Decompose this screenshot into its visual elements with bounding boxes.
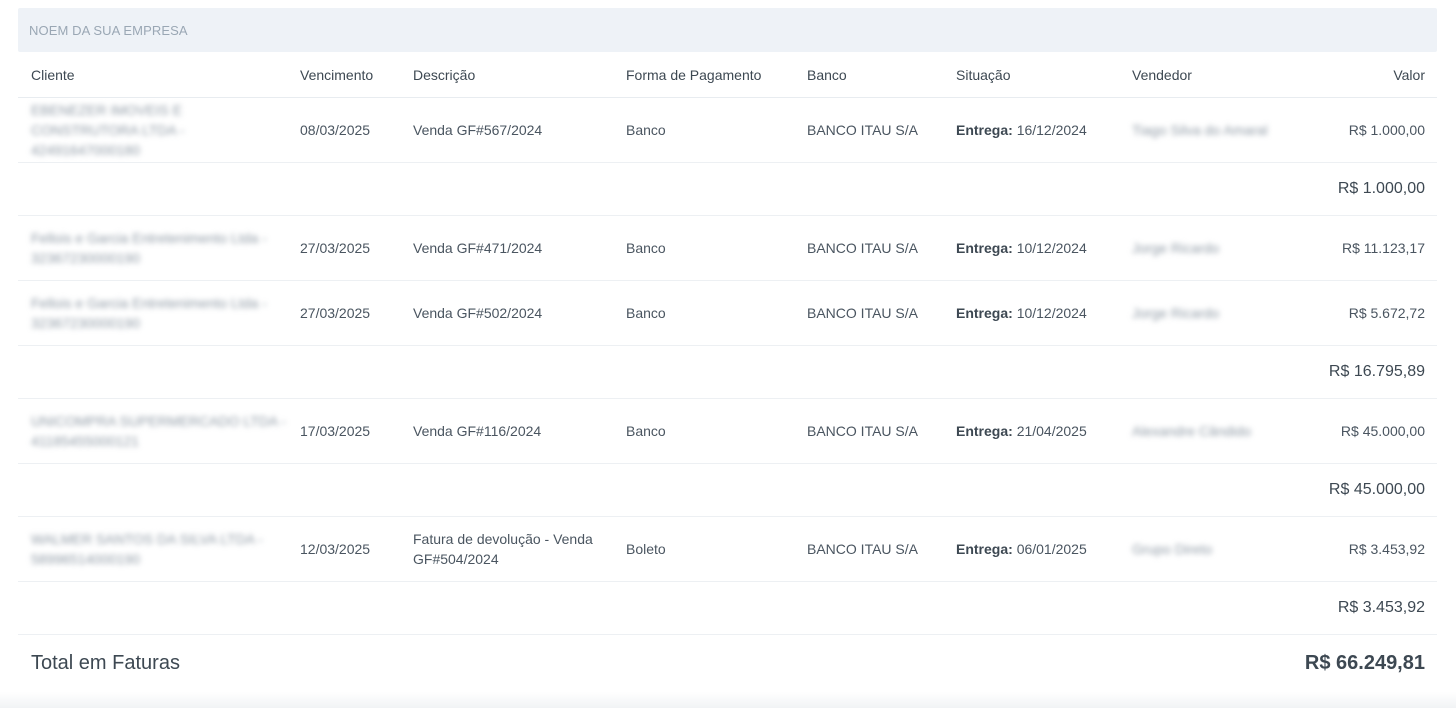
cell-vencimento: 12/03/2025 <box>287 516 400 582</box>
cell-forma-pagamento: Boleto <box>613 516 794 582</box>
cell-banco: BANCO ITAU S/A <box>794 516 943 582</box>
column-header-banco[interactable]: Banco <box>794 52 943 98</box>
column-header-cliente[interactable]: Cliente <box>18 52 287 98</box>
column-header-forma-pagamento[interactable]: Forma de Pagamento <box>613 52 794 98</box>
cell-descricao: Venda GF#567/2024 <box>400 97 613 163</box>
cell-valor: R$ 1.000,00 <box>1291 97 1437 163</box>
cell-valor: R$ 5.672,72 <box>1291 280 1437 346</box>
situacao-label: Entrega: <box>956 423 1013 439</box>
cell-banco: BANCO ITAU S/A <box>794 280 943 346</box>
situacao-date: 10/12/2024 <box>1016 240 1087 256</box>
seller-name: Grupo Direto <box>1132 541 1213 557</box>
seller-name: Tiago Silva do Amaral <box>1132 122 1268 138</box>
table-row[interactable]: Fellois e Garcia Entretenimento Ltda - 3… <box>18 215 1437 281</box>
subtotal-value: R$ 3.453,92 <box>1291 581 1437 635</box>
total-value: R$ 66.249,81 <box>1304 652 1425 674</box>
situacao-date: 10/12/2024 <box>1016 305 1087 321</box>
table-body: EBENEZER IMOVEIS E CONSTRUTORA LTDA - 42… <box>18 97 1437 635</box>
situacao-date: 21/04/2025 <box>1016 423 1087 439</box>
cell-situacao: Entrega: 10/12/2024 <box>943 215 1119 281</box>
situacao-date: 06/01/2025 <box>1016 541 1087 557</box>
column-header-vendedor[interactable]: Vendedor <box>1119 52 1291 98</box>
cell-vendedor: Grupo Direto <box>1119 516 1291 582</box>
table-row[interactable]: WALMER SANTOS DA SILVA LTDA - 5899651400… <box>18 516 1437 582</box>
cell-vencimento: 27/03/2025 <box>287 215 400 281</box>
cell-descricao: Venda GF#502/2024 <box>400 280 613 346</box>
subtotal-spacer <box>18 581 1291 635</box>
invoices-table: Cliente Vencimento Descrição Forma de Pa… <box>18 52 1437 635</box>
company-header: NOEM DA SUA EMPRESA <box>18 8 1437 52</box>
cell-forma-pagamento: Banco <box>613 398 794 464</box>
cell-cliente: Fellois e Garcia Entretenimento Ltda - 3… <box>18 215 287 281</box>
cell-valor: R$ 45.000,00 <box>1291 398 1437 464</box>
situacao-label: Entrega: <box>956 305 1013 321</box>
table-row[interactable]: UNICOMPRA SUPERMERCADO LTDA - 4118545500… <box>18 398 1437 464</box>
cell-cliente: UNICOMPRA SUPERMERCADO LTDA - 4118545500… <box>18 398 287 464</box>
cell-banco: BANCO ITAU S/A <box>794 97 943 163</box>
subtotal-row: R$ 45.000,00 <box>18 463 1437 517</box>
total-label: Total em Faturas <box>31 652 180 674</box>
seller-name: Alexandre Cândido <box>1132 423 1252 439</box>
cell-vendedor: Jorge Ricardo <box>1119 215 1291 281</box>
cell-cliente: WALMER SANTOS DA SILVA LTDA - 5899651400… <box>18 516 287 582</box>
table-row[interactable]: EBENEZER IMOVEIS E CONSTRUTORA LTDA - 42… <box>18 97 1437 163</box>
seller-name: Jorge Ricardo <box>1132 240 1220 256</box>
company-name: NOEM DA SUA EMPRESA <box>29 23 188 38</box>
bottom-divider <box>0 692 1456 708</box>
subtotal-spacer <box>18 345 1291 399</box>
cell-descricao: Venda GF#116/2024 <box>400 398 613 464</box>
subtotal-row: R$ 1.000,00 <box>18 162 1437 216</box>
seller-name: Jorge Ricardo <box>1132 305 1220 321</box>
column-header-descricao[interactable]: Descrição <box>400 52 613 98</box>
cell-descricao: Venda GF#471/2024 <box>400 215 613 281</box>
cell-forma-pagamento: Banco <box>613 280 794 346</box>
cell-situacao: Entrega: 16/12/2024 <box>943 97 1119 163</box>
client-name: WALMER SANTOS DA SILVA LTDA - 5899651400… <box>31 531 263 567</box>
total-summary: Total em Faturas R$ 66.249,81 <box>18 634 1437 692</box>
column-header-vencimento[interactable]: Vencimento <box>287 52 400 98</box>
situacao-label: Entrega: <box>956 240 1013 256</box>
client-name: Fellois e Garcia Entretenimento Ltda - 3… <box>31 295 267 331</box>
cell-valor: R$ 3.453,92 <box>1291 516 1437 582</box>
column-header-situacao[interactable]: Situação <box>943 52 1119 98</box>
cell-vendedor: Jorge Ricardo <box>1119 280 1291 346</box>
invoice-report: NOEM DA SUA EMPRESA Cliente Vencimento D… <box>0 0 1456 708</box>
subtotal-spacer <box>18 463 1291 517</box>
cell-banco: BANCO ITAU S/A <box>794 398 943 464</box>
cell-vencimento: 08/03/2025 <box>287 97 400 163</box>
cell-vencimento: 27/03/2025 <box>287 280 400 346</box>
cell-vencimento: 17/03/2025 <box>287 398 400 464</box>
cell-situacao: Entrega: 21/04/2025 <box>943 398 1119 464</box>
cell-forma-pagamento: Banco <box>613 215 794 281</box>
subtotal-spacer <box>18 162 1291 216</box>
cell-situacao: Entrega: 06/01/2025 <box>943 516 1119 582</box>
client-name: EBENEZER IMOVEIS E CONSTRUTORA LTDA - 42… <box>31 102 185 158</box>
cell-forma-pagamento: Banco <box>613 97 794 163</box>
subtotal-value: R$ 16.795,89 <box>1291 345 1437 399</box>
situacao-date: 16/12/2024 <box>1016 122 1087 138</box>
subtotal-value: R$ 1.000,00 <box>1291 162 1437 216</box>
cell-valor: R$ 11.123,17 <box>1291 215 1437 281</box>
column-header-valor[interactable]: Valor <box>1291 52 1437 98</box>
client-name: UNICOMPRA SUPERMERCADO LTDA - 4118545500… <box>31 413 286 449</box>
client-name: Fellois e Garcia Entretenimento Ltda - 3… <box>31 230 267 266</box>
cell-vendedor: Tiago Silva do Amaral <box>1119 97 1291 163</box>
cell-descricao: Fatura de devolução - Venda GF#504/2024 <box>400 516 613 582</box>
subtotal-row: R$ 3.453,92 <box>18 581 1437 635</box>
cell-situacao: Entrega: 10/12/2024 <box>943 280 1119 346</box>
cell-banco: BANCO ITAU S/A <box>794 215 943 281</box>
subtotal-value: R$ 45.000,00 <box>1291 463 1437 517</box>
situacao-label: Entrega: <box>956 122 1013 138</box>
subtotal-row: R$ 16.795,89 <box>18 345 1437 399</box>
cell-cliente: EBENEZER IMOVEIS E CONSTRUTORA LTDA - 42… <box>18 97 287 163</box>
cell-cliente: Fellois e Garcia Entretenimento Ltda - 3… <box>18 280 287 346</box>
cell-vendedor: Alexandre Cândido <box>1119 398 1291 464</box>
table-header-row: Cliente Vencimento Descrição Forma de Pa… <box>18 52 1437 98</box>
situacao-label: Entrega: <box>956 541 1013 557</box>
table-row[interactable]: Fellois e Garcia Entretenimento Ltda - 3… <box>18 280 1437 346</box>
